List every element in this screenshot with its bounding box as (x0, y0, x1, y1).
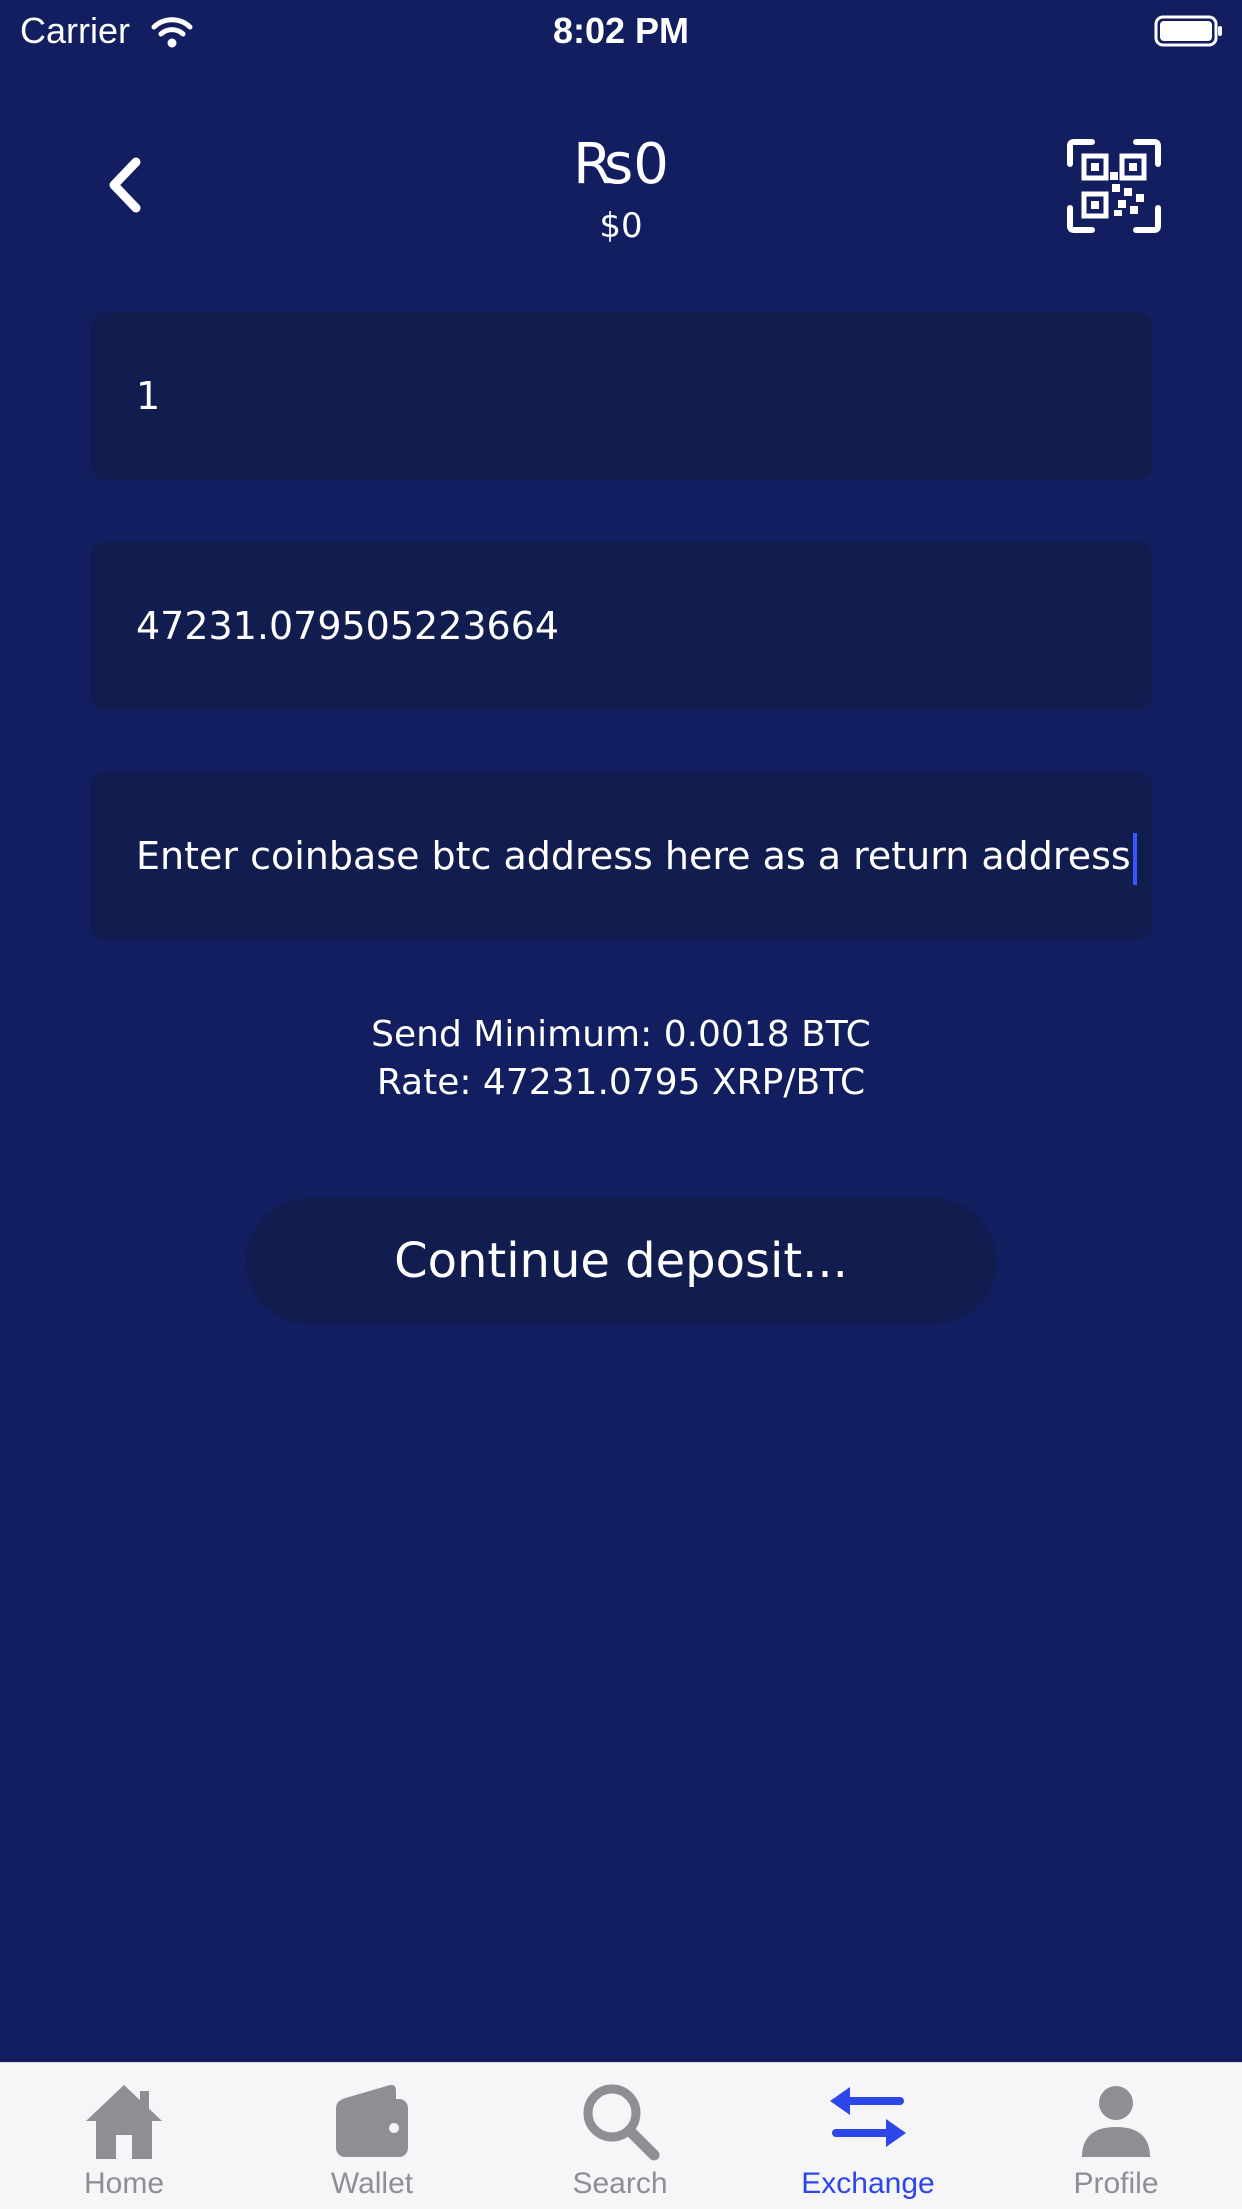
tab-profile[interactable]: Profile (992, 2063, 1240, 2209)
home-icon (86, 2085, 162, 2159)
tab-exchange[interactable]: Exchange (744, 2063, 992, 2209)
tab-wallet-label: Wallet (330, 2167, 414, 2200)
amount-input-value: 1 (136, 374, 161, 418)
status-time: 8:02 PM (552, 10, 690, 51)
send-minimum-label: Send Minimum: 0.0018 BTC (371, 1014, 871, 1055)
tab-search[interactable]: Search (496, 2063, 744, 2209)
tab-home-label: Home (83, 2167, 165, 2200)
rate-label: Rate: 47231.0795 XRP/BTC (376, 1062, 866, 1103)
text-caret (1132, 832, 1137, 885)
exchange-screen: Carrier 8:02 PM ₨0 $0 1 47231.0795052236… (0, 0, 1242, 2209)
return-address-placeholder-text: Enter coinbase btc address here as a ret… (136, 834, 1131, 878)
continue-deposit-label: Continue deposit... (394, 1233, 848, 1289)
tab-home[interactable]: Home (0, 2063, 248, 2209)
continue-deposit-button[interactable]: Continue deposit... (246, 1198, 996, 1324)
converted-amount-value: 47231.079505223664 (136, 604, 560, 648)
exchange-icon (830, 2087, 906, 2147)
tab-search-label: Search (572, 2167, 668, 2200)
battery-icon (1154, 15, 1222, 47)
balance-primary: ₨0 (573, 132, 669, 197)
status-bar: Carrier 8:02 PM (0, 0, 1242, 62)
return-address-input[interactable]: Enter coinbase btc address here as a ret… (90, 772, 1152, 940)
tab-wallet[interactable]: Wallet (248, 2063, 496, 2209)
wallet-icon (336, 2084, 408, 2157)
converted-amount-input[interactable]: 47231.079505223664 (90, 542, 1152, 710)
balance-secondary: $0 (599, 206, 643, 246)
tab-exchange-label: Exchange (801, 2167, 935, 2200)
return-address-placeholder: Enter coinbase btc address here as a ret… (136, 772, 1137, 940)
amount-input[interactable]: 1 (90, 312, 1152, 480)
profile-icon (1082, 2086, 1150, 2157)
search-icon (583, 2084, 660, 2161)
tab-profile-label: Profile (1073, 2167, 1159, 2200)
tab-bar: Home Wallet Search Exchange Profile (0, 2062, 1242, 2209)
qr-scan-icon[interactable] (1066, 138, 1162, 234)
